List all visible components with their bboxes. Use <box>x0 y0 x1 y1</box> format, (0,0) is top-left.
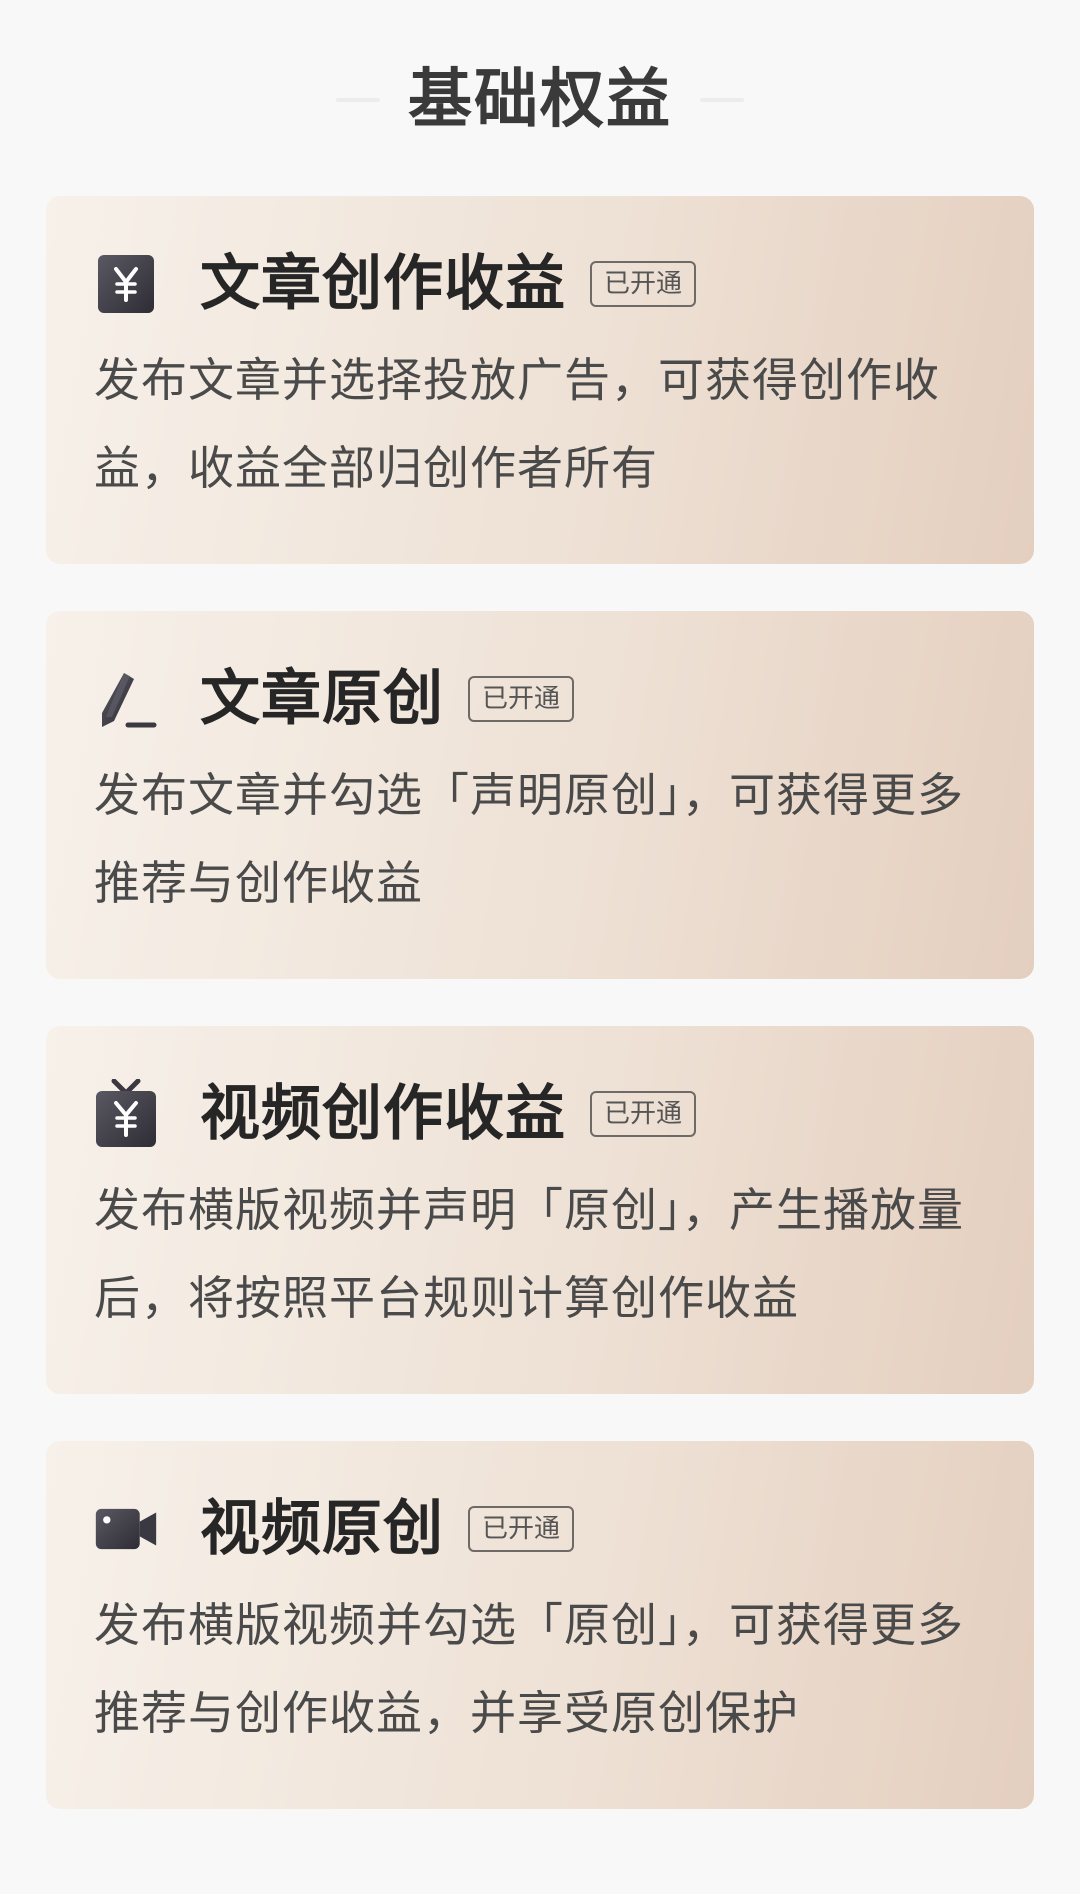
header-divider-left <box>336 98 380 102</box>
benefits-page: 基础权益 文章创作收益 已开通 发布文章并选择投放广告，可获得创作收益，收益全部… <box>0 0 1080 1894</box>
tv-yen-icon <box>94 1079 158 1147</box>
pen-edit-icon <box>94 667 158 731</box>
status-badge: 已开通 <box>468 676 575 722</box>
card-title: 文章原创 <box>200 664 444 734</box>
video-camera-icon <box>94 1497 158 1561</box>
card-description: 发布文章并选择投放广告，可获得创作收益，收益全部归创作者所有 <box>94 353 940 495</box>
benefit-card-video-original[interactable]: 视频原创 已开通 发布横版视频并勾选「原创」，可获得更多推荐与创作收益，并享受原… <box>46 1441 1034 1809</box>
card-title: 视频原创 <box>200 1494 444 1564</box>
card-title-row: 文章创作收益 已开通 <box>94 244 697 324</box>
section-title: 基础权益 <box>408 63 672 137</box>
status-badge: 已开通 <box>468 1506 575 1552</box>
card-description: 发布文章并勾选「声明原创」，可获得更多推荐与创作收益 <box>94 768 964 910</box>
section-header: 基础权益 <box>0 52 1080 148</box>
card-title-row: 视频原创 已开通 <box>94 1489 575 1569</box>
yen-coin-icon <box>94 252 158 316</box>
benefit-card-video-revenue[interactable]: 视频创作收益 已开通 发布横版视频并声明「原创」，产生播放量后，将按照平台规则计… <box>46 1026 1034 1394</box>
status-badge: 已开通 <box>590 261 697 307</box>
card-title-row: 文章原创 已开通 <box>94 659 575 739</box>
card-description: 发布横版视频并勾选「原创」，可获得更多推荐与创作收益，并享受原创保护 <box>94 1598 964 1740</box>
card-title-row: 视频创作收益 已开通 <box>94 1074 697 1154</box>
card-description: 发布横版视频并声明「原创」，产生播放量后，将按照平台规则计算创作收益 <box>94 1183 964 1325</box>
card-title: 文章创作收益 <box>200 249 566 319</box>
benefit-card-article-original[interactable]: 文章原创 已开通 发布文章并勾选「声明原创」，可获得更多推荐与创作收益 <box>46 611 1034 979</box>
card-title: 视频创作收益 <box>200 1079 566 1149</box>
header-divider-right <box>700 98 744 102</box>
benefit-card-article-revenue[interactable]: 文章创作收益 已开通 发布文章并选择投放广告，可获得创作收益，收益全部归创作者所… <box>46 196 1034 564</box>
status-badge: 已开通 <box>590 1091 697 1137</box>
